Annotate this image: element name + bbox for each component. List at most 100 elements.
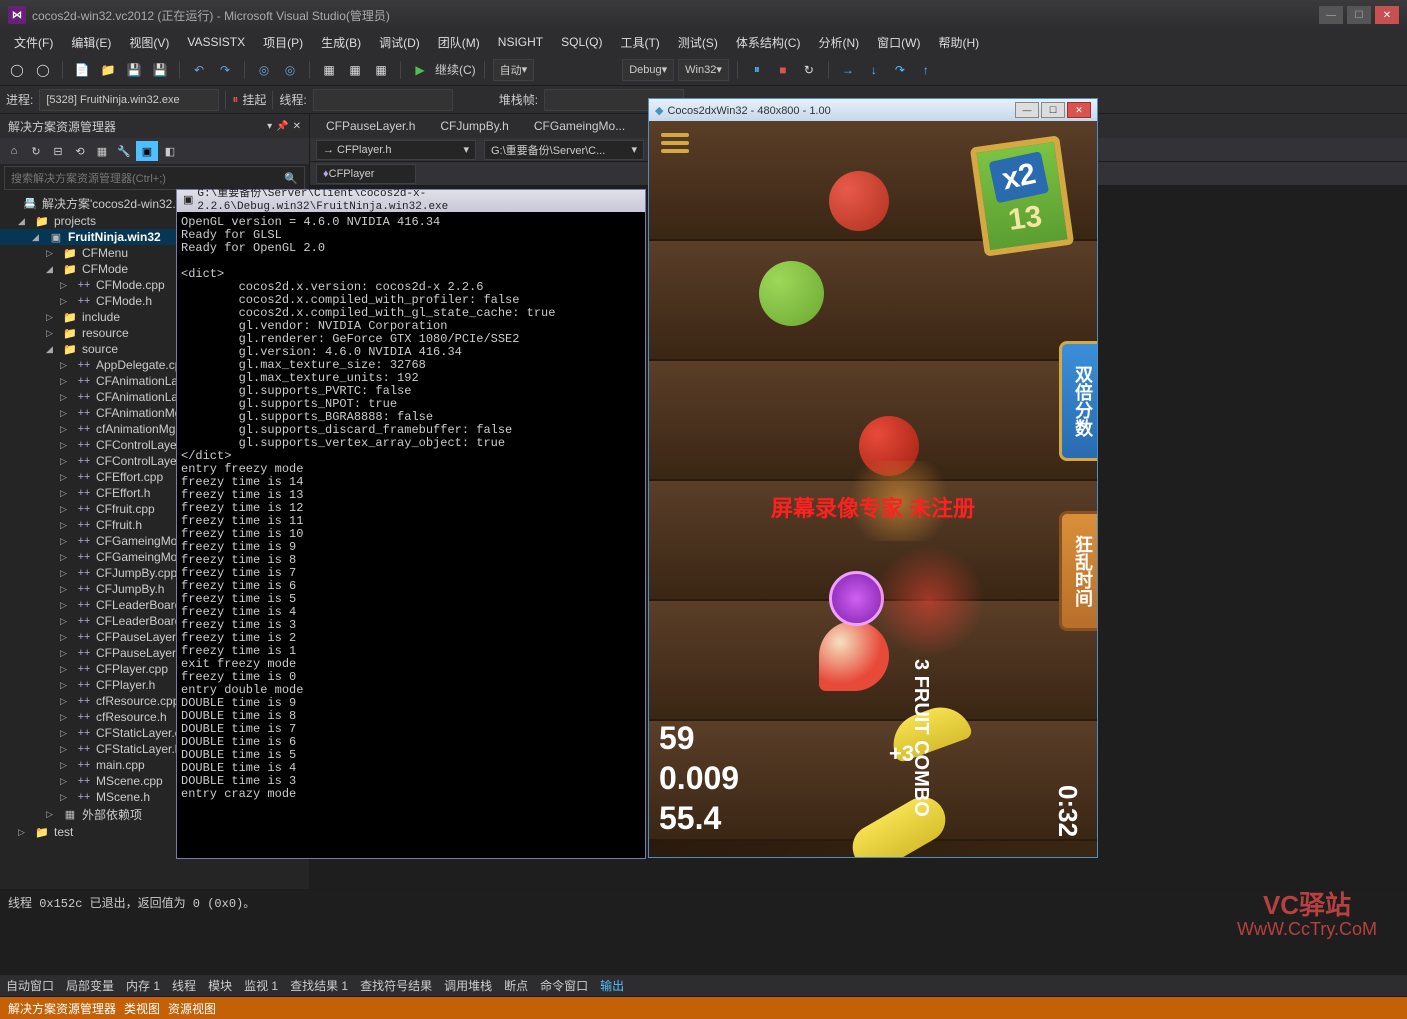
pin-icon[interactable]: 📌 xyxy=(276,121,288,132)
properties-icon[interactable]: 🔧 xyxy=(114,141,134,161)
solution-search[interactable]: 搜索解决方案资源管理器(Ctrl+;) 🔍 xyxy=(4,166,305,190)
platform-dropdown[interactable]: Win32 ▾ xyxy=(678,59,729,81)
output-tab[interactable]: 断点 xyxy=(504,977,528,994)
menu-item[interactable]: 分析(N) xyxy=(810,32,867,53)
continue-button[interactable]: ▶ xyxy=(409,59,431,81)
step-over-icon[interactable]: ↷ xyxy=(889,59,911,81)
showall-icon[interactable]: ▦ xyxy=(92,141,112,161)
statusbar-tab[interactable]: 解决方案资源管理器 xyxy=(8,1000,116,1017)
stop-icon[interactable]: ■ xyxy=(772,59,794,81)
game-maximize-icon[interactable]: ☐ xyxy=(1041,102,1065,118)
menu-item[interactable]: SQL(Q) xyxy=(553,33,610,51)
statusbar-tab[interactable]: 类视图 xyxy=(124,1000,160,1017)
window-title: cocos2d-win32.vc2012 (正在运行) - Microsoft … xyxy=(32,7,390,24)
console-window[interactable]: ▣G:\重要备份\Server\Client\cocos2d-x-2.2.6\D… xyxy=(176,189,646,859)
step-into-icon[interactable]: ↓ xyxy=(863,59,885,81)
game-close-icon[interactable]: ✕ xyxy=(1067,102,1091,118)
save-all-icon[interactable]: 💾 xyxy=(149,59,171,81)
target2-icon[interactable]: ◎ xyxy=(279,59,301,81)
sync-icon[interactable]: ⟲ xyxy=(70,141,90,161)
minimize-button[interactable]: — xyxy=(1319,6,1343,24)
output-tab[interactable]: 线程 xyxy=(172,977,196,994)
nav-back-icon[interactable]: ◯ xyxy=(6,59,28,81)
menu-item[interactable]: 视图(V) xyxy=(121,32,177,53)
thread-dropdown[interactable] xyxy=(313,89,453,111)
process-label: 进程: xyxy=(6,91,33,108)
output-tab[interactable]: 调用堆栈 xyxy=(444,977,492,994)
statusbar: 解决方案资源管理器类视图资源视图 xyxy=(0,997,1407,1019)
config-dropdown[interactable]: 自动 ▾ xyxy=(493,59,535,81)
menu-item[interactable]: 体系结构(C) xyxy=(728,32,809,53)
console-titlebar[interactable]: ▣G:\重要备份\Server\Client\cocos2d-x-2.2.6\D… xyxy=(177,190,645,212)
output-tab[interactable]: 模块 xyxy=(208,977,232,994)
close-button[interactable]: ✕ xyxy=(1375,6,1399,24)
menu-item[interactable]: 项目(P) xyxy=(255,32,311,53)
target-icon[interactable]: ◎ xyxy=(253,59,275,81)
scope-dropdown[interactable]: → CFPlayer.h▾ xyxy=(316,140,476,160)
menubar: 文件(F)编辑(E)视图(V)VASSISTX项目(P)生成(B)调试(D)团队… xyxy=(0,30,1407,54)
process-dropdown[interactable]: [5328] FruitNinja.win32.exe xyxy=(39,89,219,111)
output-tab[interactable]: 自动窗口 xyxy=(6,977,54,994)
preview-icon[interactable]: ▣ xyxy=(136,141,158,161)
menu-item[interactable]: 生成(B) xyxy=(313,32,369,53)
menu-item[interactable]: 文件(F) xyxy=(6,32,61,53)
collapse-icon[interactable]: ⊟ xyxy=(48,141,68,161)
game-window[interactable]: ◆Cocos2dxWin32 - 480x800 - 1.00 — ☐ ✕ x2… xyxy=(648,98,1098,858)
side-flag-double: 双倍分数 xyxy=(1059,341,1097,461)
menu-item[interactable]: NSIGHT xyxy=(490,33,551,51)
output-tab[interactable]: 命令窗口 xyxy=(540,977,588,994)
output-tab[interactable]: 查找结果 1 xyxy=(290,977,348,994)
document-tab[interactable]: CFPauseLayer.h xyxy=(314,115,427,137)
game-canvas[interactable]: x2 13 双倍分数 狂乱时间 屏幕录像专家 未注册 59 0.009 55.4… xyxy=(649,121,1097,857)
pause-icon[interactable]: ⏸ xyxy=(746,59,768,81)
box2-icon[interactable]: ▦ xyxy=(344,59,366,81)
main-toolbar: ◯ ◯ 📄 📁 💾 💾 ↶ ↷ ◎ ◎ ▦ ▦ ▦ ▶ 继续(C) 自动 ▾ D… xyxy=(0,54,1407,86)
hud-fps1: 59 xyxy=(659,720,695,757)
solution-config-dropdown[interactable]: Debug ▾ xyxy=(622,59,674,81)
menu-item[interactable]: 调试(D) xyxy=(371,32,428,53)
home-icon[interactable]: ⌂ xyxy=(4,141,24,161)
box3-icon[interactable]: ▦ xyxy=(370,59,392,81)
dropdown-icon[interactable]: ▾ xyxy=(267,121,272,132)
hud-timer: 0:32 xyxy=(1052,785,1083,837)
nav-fwd-icon[interactable]: ◯ xyxy=(32,59,54,81)
menu-item[interactable]: VASSISTX xyxy=(179,33,253,51)
restart-icon[interactable]: ↻ xyxy=(798,59,820,81)
redo-icon[interactable]: ↷ xyxy=(214,59,236,81)
close-panel-icon[interactable]: ✕ xyxy=(293,121,301,132)
refresh-icon[interactable]: ↻ xyxy=(26,141,46,161)
menu-item[interactable]: 帮助(H) xyxy=(930,32,987,53)
statusbar-tab[interactable]: 资源视图 xyxy=(168,1000,216,1017)
path-dropdown[interactable]: G:\重要备份\Server\C...▾ xyxy=(484,140,644,160)
powerup xyxy=(829,571,884,626)
view-icon[interactable]: ◧ xyxy=(160,141,180,161)
solution-toolbar: ⌂ ↻ ⊟ ⟲ ▦ 🔧 ▣ ◧ xyxy=(0,138,309,164)
document-tab[interactable]: CFGameingMo... xyxy=(522,115,637,137)
output-tab[interactable]: 监视 1 xyxy=(244,977,278,994)
output-tab[interactable]: 查找符号结果 xyxy=(360,977,432,994)
vs-icon: ⋈ xyxy=(8,6,26,24)
maximize-button[interactable]: ☐ xyxy=(1347,6,1371,24)
thread-label: 线程: xyxy=(279,91,306,108)
undo-icon[interactable]: ↶ xyxy=(188,59,210,81)
menu-item[interactable]: 窗口(W) xyxy=(869,32,928,53)
menu-item[interactable]: 团队(M) xyxy=(430,32,488,53)
output-tab[interactable]: 输出 xyxy=(600,977,624,994)
document-tab[interactable]: CFJumpBy.h xyxy=(428,115,520,137)
game-titlebar[interactable]: ◆Cocos2dxWin32 - 480x800 - 1.00 — ☐ ✕ xyxy=(649,99,1097,121)
game-minimize-icon[interactable]: — xyxy=(1015,102,1039,118)
menu-item[interactable]: 测试(S) xyxy=(670,32,726,53)
menu-item[interactable]: 编辑(E) xyxy=(63,32,119,53)
suspend-button[interactable]: ⏸挂起 xyxy=(232,91,266,108)
open-icon[interactable]: 📁 xyxy=(97,59,119,81)
step-icon[interactable]: → xyxy=(837,59,859,81)
new-file-icon[interactable]: 📄 xyxy=(71,59,93,81)
output-tab[interactable]: 局部变量 xyxy=(66,977,114,994)
class-dropdown[interactable]: ♦ CFPlayer xyxy=(316,164,416,184)
save-icon[interactable]: 💾 xyxy=(123,59,145,81)
box1-icon[interactable]: ▦ xyxy=(318,59,340,81)
menu-item[interactable]: 工具(T) xyxy=(612,32,667,53)
output-tab[interactable]: 内存 1 xyxy=(126,977,160,994)
step-out-icon[interactable]: ↑ xyxy=(915,59,937,81)
hamburger-icon[interactable] xyxy=(661,133,689,153)
